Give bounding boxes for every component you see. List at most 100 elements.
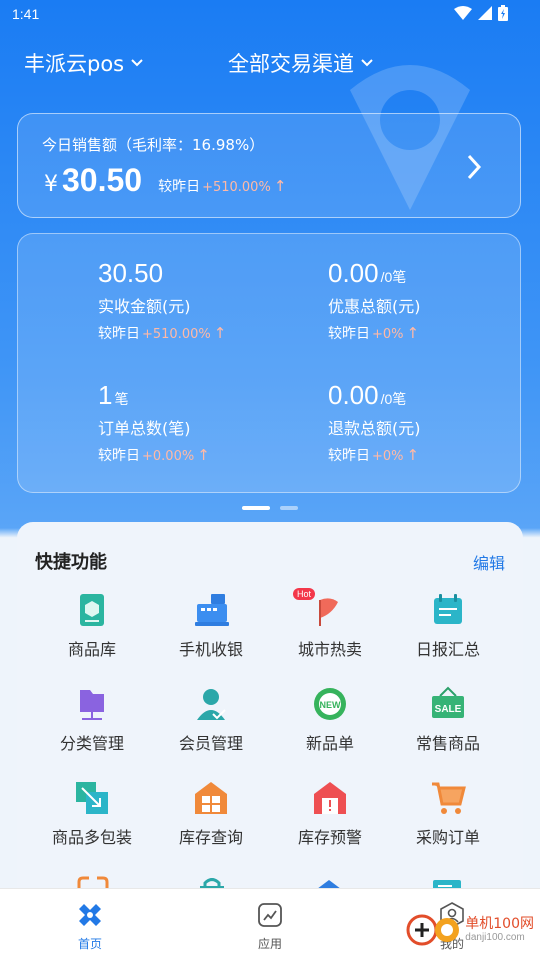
nav-home[interactable]: 首页 — [50, 901, 130, 952]
signal-icon — [478, 6, 492, 20]
hot-flag-icon — [319, 598, 338, 626]
tile-product-library[interactable]: 商品库 — [33, 592, 151, 672]
chart-apps-icon — [258, 903, 282, 927]
nav-apps[interactable]: 应用 — [230, 901, 310, 952]
carousel-pager — [0, 506, 540, 510]
arrow-up-icon: ↑ — [406, 446, 420, 464]
wifi-icon — [454, 6, 472, 20]
stat-value-row: 1 笔 — [98, 380, 298, 411]
sales-amount: 30.50 — [62, 162, 143, 198]
stat-label: 订单总数(笔) — [98, 419, 191, 438]
compare-pct: +0% — [372, 327, 404, 342]
tile-daily-report[interactable]: 日报汇总 — [389, 592, 507, 672]
multi-package-icon — [76, 782, 108, 814]
pager-dot-active[interactable] — [242, 506, 270, 510]
sales-title: 今日销售额（毛利率：16.98%） — [42, 136, 265, 154]
tile-cash-register[interactable]: 手机收银 — [152, 592, 270, 672]
arrow-up-icon: ↑ — [213, 324, 227, 342]
pager-dot[interactable] — [280, 506, 298, 510]
watermark-text-block: 单机100网 danji100.com — [465, 916, 534, 944]
arrow-up-icon: ↑ — [273, 177, 287, 195]
tile-label: 采购订单 — [415, 828, 480, 847]
stat-orders: 1 笔 订单总数(笔) 较昨日 +0.00% ↑ — [98, 380, 298, 465]
compare-label: 较昨日 — [158, 179, 201, 195]
quick-functions-panel: 快捷功能 编辑 商品库 手机收银 Hot 城市热卖 日报汇总 分类管理 会员管理… — [17, 522, 523, 942]
stat-value: 0.00 — [328, 380, 379, 410]
chevron-down-icon — [361, 59, 373, 67]
tile-label: 新品单 — [305, 734, 354, 753]
compare-pct: +510.00% — [142, 327, 211, 342]
header: 丰派云pos 全部交易渠道 — [0, 48, 540, 84]
calendar-report-icon — [434, 594, 462, 624]
watermark: 单机100网 danji100.com — [405, 913, 534, 947]
edit-button[interactable]: 编辑 — [473, 550, 505, 574]
tile-label: 城市热卖 — [297, 640, 362, 659]
bottom-navigation: 首页 应用 我的 单机100网 danji100.com — [0, 888, 540, 960]
stock-query-icon — [195, 782, 227, 814]
tile-multi-package[interactable]: 商品多包装 — [33, 780, 151, 860]
watermark-logo-icon — [406, 914, 460, 946]
watermark-text: 单机100网 — [465, 916, 534, 932]
stat-value-row: 30.50 — [98, 258, 298, 289]
chevron-right-icon[interactable] — [464, 152, 484, 182]
stat-unit: 笔 — [114, 391, 129, 407]
stat-received: 30.50 实收金额(元) 较昨日 +510.00% ↑ — [98, 258, 298, 343]
arrow-up-icon: ↑ — [197, 446, 210, 464]
store-selector[interactable]: 丰派云pos — [24, 48, 144, 78]
tile-new-product[interactable]: NEW 新品单 — [271, 686, 389, 766]
tile-category[interactable]: 分类管理 — [33, 686, 151, 766]
stat-value-row: 0.00 /0笔 — [328, 258, 528, 289]
status-time: 1:41 — [12, 6, 40, 22]
today-sales-card[interactable]: 今日销售额（毛利率：16.98%） ¥ 30.50 较昨日 +510.00% ↑ — [17, 113, 521, 218]
stat-label: 退款总额(元) — [328, 419, 421, 438]
tile-label: 日报汇总 — [415, 640, 480, 659]
chevron-down-icon — [131, 59, 143, 67]
stat-unit: /0笔 — [380, 391, 407, 407]
stat-refund: 0.00 /0笔 退款总额(元) 较昨日 +0% ↑ — [328, 380, 528, 465]
stat-label: 优惠总额(元) — [328, 297, 421, 316]
svg-text:SALE: SALE — [435, 704, 462, 715]
tile-label: 常售商品 — [415, 734, 480, 753]
tile-label: 商品多包装 — [51, 828, 132, 847]
new-badge-icon: NEW — [314, 688, 346, 720]
battery-icon — [498, 5, 508, 21]
stat-discount: 0.00 /0笔 优惠总额(元) 较昨日 +0% ↑ — [328, 258, 528, 343]
status-icons — [454, 5, 508, 21]
stat-compare: 较昨日 +0% ↑ — [328, 445, 528, 465]
channel-selector[interactable]: 全部交易渠道 — [228, 48, 374, 78]
cash-register-icon — [195, 594, 229, 626]
compare-pct: +510.00% — [202, 180, 271, 195]
tile-purchase-order[interactable]: 采购订单 — [389, 780, 507, 860]
svg-text:NEW: NEW — [320, 700, 342, 710]
stat-compare: 较昨日 +510.00% ↑ — [98, 323, 298, 343]
compare-label: 较昨日 — [328, 326, 370, 342]
stat-value: 0.00 — [328, 258, 379, 288]
tile-stock-query[interactable]: 库存查询 — [152, 780, 270, 860]
tile-stock-alert[interactable]: 库存预警 — [271, 780, 389, 860]
app-root: 1:41 丰派云pos 全部交易渠道 今日销售额（毛利率：16.98%） ¥ 3… — [0, 0, 540, 960]
tile-label: 会员管理 — [178, 734, 243, 753]
stat-value: 30.50 — [98, 258, 164, 288]
purchase-cart-icon — [432, 782, 466, 814]
stock-alert-icon — [314, 782, 346, 814]
sales-amount-row: ¥ 30.50 较昨日 +510.00% ↑ — [44, 162, 286, 199]
stat-compare: 较昨日 +0% ↑ — [328, 323, 528, 343]
compare-label: 较昨日 — [328, 448, 370, 464]
stat-unit: /0笔 — [380, 269, 407, 285]
watermark-sub: danji100.com — [465, 932, 525, 943]
store-name: 丰派云pos — [24, 52, 125, 76]
stat-label: 实收金额(元) — [98, 297, 191, 316]
tile-label: 分类管理 — [59, 734, 124, 753]
stat-value: 1 — [98, 380, 113, 410]
panel-title: 快捷功能 — [35, 552, 107, 573]
tile-label: 手机收银 — [178, 640, 243, 659]
tile-frequent-items[interactable]: SALE 常售商品 — [389, 686, 507, 766]
compare-pct: +0.00% — [142, 449, 195, 464]
home-icon — [79, 904, 101, 926]
tile-city-hot[interactable]: Hot 城市热卖 — [271, 588, 389, 672]
tile-label: 库存查询 — [178, 828, 243, 847]
nav-label: 首页 — [77, 937, 102, 951]
stat-value-row: 0.00 /0笔 — [328, 380, 528, 411]
sale-tag-icon: SALE — [432, 686, 464, 718]
tile-member[interactable]: 会员管理 — [152, 686, 270, 766]
